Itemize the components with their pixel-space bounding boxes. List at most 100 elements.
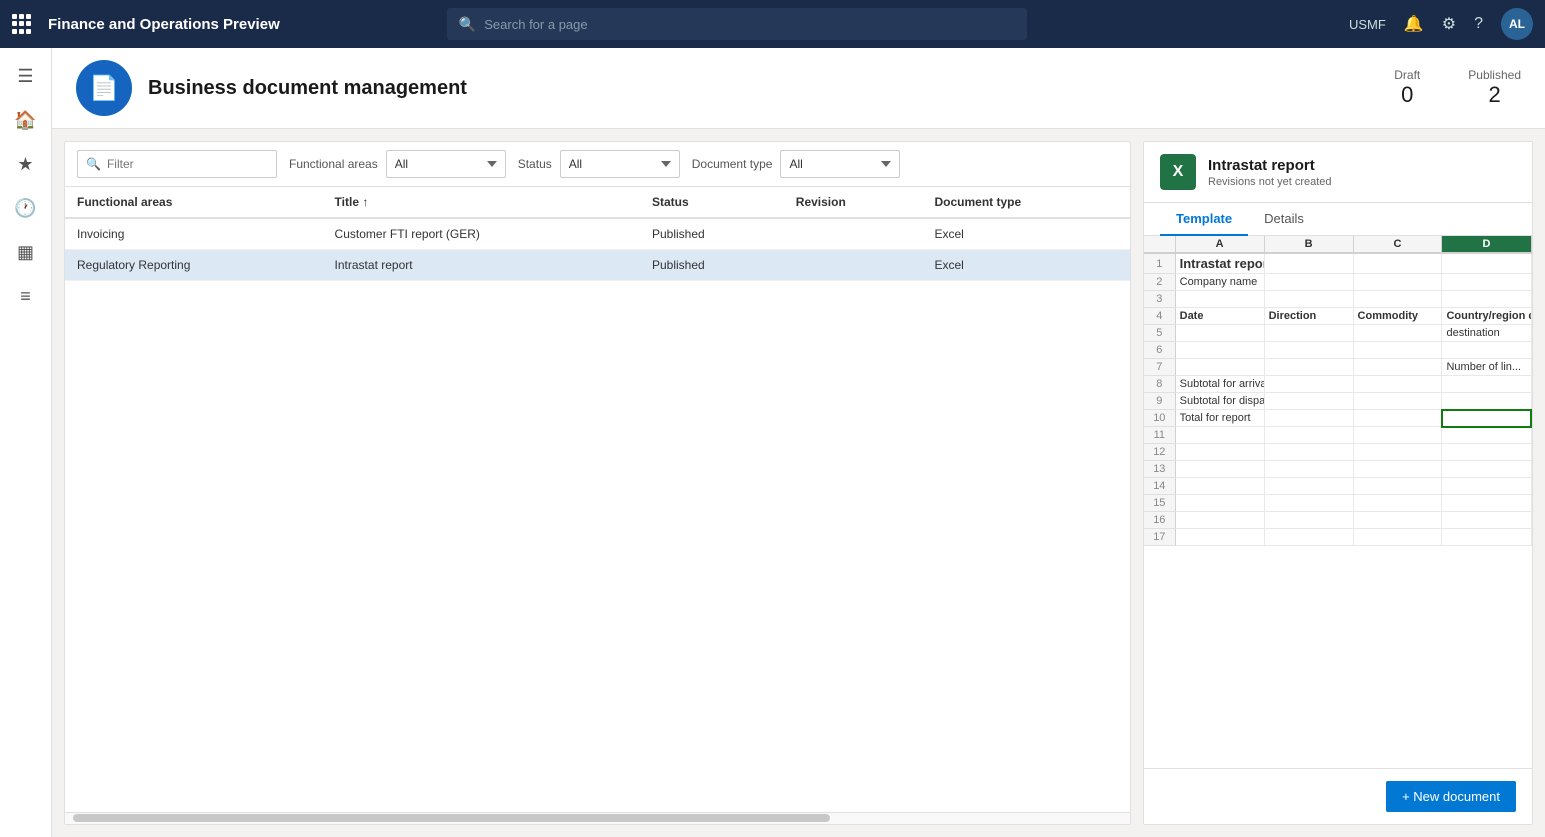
spreadsheet-cell[interactable]: [1353, 410, 1442, 427]
spreadsheet-cell[interactable]: [1353, 478, 1442, 495]
spreadsheet-cell[interactable]: [1442, 512, 1531, 529]
spreadsheet-cell[interactable]: [1264, 427, 1353, 444]
spreadsheet-cell[interactable]: [1175, 529, 1264, 546]
spreadsheet-cell[interactable]: [1264, 529, 1353, 546]
tab-template[interactable]: Template: [1160, 203, 1248, 236]
sidebar-workspaces-icon[interactable]: ▦: [6, 232, 46, 272]
functional-areas-select[interactable]: All: [386, 150, 506, 178]
spreadsheet-cell[interactable]: [1175, 478, 1264, 495]
spreadsheet-cell[interactable]: [1442, 274, 1531, 291]
spreadsheet-cell[interactable]: [1353, 291, 1442, 308]
spreadsheet-cell[interactable]: [1442, 376, 1531, 393]
company-selector[interactable]: USMF: [1349, 17, 1386, 32]
spreadsheet-cell[interactable]: Intrastat report: [1175, 253, 1264, 274]
spreadsheet-cell[interactable]: [1175, 291, 1264, 308]
spreadsheet-cell[interactable]: [1264, 376, 1353, 393]
row-number: 15: [1144, 495, 1175, 512]
page-icon-symbol: 📄: [89, 74, 119, 103]
notification-icon[interactable]: 🔔: [1404, 14, 1424, 34]
spreadsheet-cell[interactable]: [1353, 512, 1442, 529]
search-bar[interactable]: 🔍: [447, 8, 1027, 40]
spreadsheet-cell[interactable]: [1264, 325, 1353, 342]
spreadsheet-cell[interactable]: [1442, 478, 1531, 495]
spreadsheet-cell[interactable]: Country/region c...: [1442, 308, 1531, 325]
spreadsheet-cell[interactable]: [1353, 495, 1442, 512]
spreadsheet-cell[interactable]: Subtotal for dispatches: [1175, 393, 1264, 410]
spreadsheet-cell[interactable]: destination: [1442, 325, 1531, 342]
spreadsheet-cell[interactable]: [1442, 393, 1531, 410]
spreadsheet-cell[interactable]: [1442, 461, 1531, 478]
spreadsheet-cell[interactable]: [1353, 342, 1442, 359]
spreadsheet-cell[interactable]: [1264, 444, 1353, 461]
spreadsheet-cell[interactable]: [1353, 427, 1442, 444]
tab-details[interactable]: Details: [1248, 203, 1320, 236]
spreadsheet-cell[interactable]: [1353, 529, 1442, 546]
spreadsheet-cell[interactable]: [1264, 253, 1353, 274]
spreadsheet-cell[interactable]: [1442, 342, 1531, 359]
spreadsheet-cell[interactable]: [1353, 253, 1442, 274]
document-type-select[interactable]: All: [780, 150, 900, 178]
spreadsheet-cell[interactable]: [1175, 512, 1264, 529]
spreadsheet-cell[interactable]: [1353, 376, 1442, 393]
spreadsheet-cell[interactable]: Commodity: [1353, 308, 1442, 325]
spreadsheet-cell[interactable]: [1175, 359, 1264, 376]
spreadsheet-cell[interactable]: [1175, 461, 1264, 478]
col-title[interactable]: Title ↑: [323, 187, 640, 218]
spreadsheet-cell[interactable]: [1264, 291, 1353, 308]
spreadsheet-cell[interactable]: [1264, 393, 1353, 410]
spreadsheet-cell[interactable]: [1442, 410, 1531, 427]
spreadsheet-cell[interactable]: [1353, 393, 1442, 410]
spreadsheet-row: 12: [1144, 444, 1531, 461]
spreadsheet-cell[interactable]: [1264, 342, 1353, 359]
spreadsheet-cell[interactable]: [1264, 359, 1353, 376]
spreadsheet-cell[interactable]: [1442, 529, 1531, 546]
spreadsheet-cell[interactable]: Subtotal for arrivals: [1175, 376, 1264, 393]
table-row[interactable]: InvoicingCustomer FTI report (GER)Publis…: [65, 218, 1130, 250]
app-grid-icon[interactable]: [12, 14, 32, 34]
scrollbar-track[interactable]: [73, 814, 830, 822]
spreadsheet-cell[interactable]: [1442, 291, 1531, 308]
spreadsheet-cell[interactable]: Direction: [1264, 308, 1353, 325]
settings-icon[interactable]: ⚙: [1442, 14, 1456, 34]
spreadsheet-cell[interactable]: [1442, 444, 1531, 461]
spreadsheet-cell[interactable]: [1175, 342, 1264, 359]
search-input[interactable]: [484, 17, 1015, 32]
spreadsheet-cell[interactable]: Date: [1175, 308, 1264, 325]
spreadsheet-cell[interactable]: [1175, 495, 1264, 512]
spreadsheet-cell[interactable]: [1264, 274, 1353, 291]
sidebar-favorites-icon[interactable]: ★: [6, 144, 46, 184]
spreadsheet-cell[interactable]: [1175, 427, 1264, 444]
help-icon[interactable]: ?: [1474, 15, 1483, 33]
user-avatar[interactable]: AL: [1501, 8, 1533, 40]
filter-input-container[interactable]: 🔍: [77, 150, 277, 178]
table-row[interactable]: Regulatory ReportingIntrastat reportPubl…: [65, 250, 1130, 281]
spreadsheet-cell[interactable]: [1442, 495, 1531, 512]
sidebar-menu-icon[interactable]: ☰: [6, 56, 46, 96]
spreadsheet-cell[interactable]: [1353, 325, 1442, 342]
spreadsheet-cell[interactable]: Company name: [1175, 274, 1264, 291]
status-select[interactable]: All: [560, 150, 680, 178]
new-document-button[interactable]: + New document: [1386, 781, 1516, 812]
spreadsheet-cell[interactable]: [1442, 427, 1531, 444]
spreadsheet-cell[interactable]: [1442, 253, 1531, 274]
spreadsheet-cell[interactable]: [1264, 478, 1353, 495]
spreadsheet-cell[interactable]: Number of lin...: [1442, 359, 1531, 376]
spreadsheet-cell[interactable]: [1175, 325, 1264, 342]
spreadsheet-cell[interactable]: [1175, 444, 1264, 461]
spreadsheet-cell[interactable]: [1353, 461, 1442, 478]
spreadsheet-cell[interactable]: [1264, 512, 1353, 529]
row-number: 14: [1144, 478, 1175, 495]
spreadsheet-cell[interactable]: [1353, 274, 1442, 291]
spreadsheet-cell[interactable]: [1264, 495, 1353, 512]
spreadsheet-cell[interactable]: [1353, 444, 1442, 461]
sidebar-modules-icon[interactable]: ≡: [6, 276, 46, 316]
row-number: 13: [1144, 461, 1175, 478]
scrollbar-area[interactable]: [65, 812, 1130, 824]
spreadsheet-cell[interactable]: [1353, 359, 1442, 376]
sidebar-home-icon[interactable]: 🏠: [6, 100, 46, 140]
spreadsheet-cell[interactable]: [1264, 461, 1353, 478]
spreadsheet-cell[interactable]: [1264, 410, 1353, 427]
sidebar-recent-icon[interactable]: 🕐: [6, 188, 46, 228]
spreadsheet-cell[interactable]: Total for report: [1175, 410, 1264, 427]
filter-input[interactable]: [107, 157, 268, 171]
